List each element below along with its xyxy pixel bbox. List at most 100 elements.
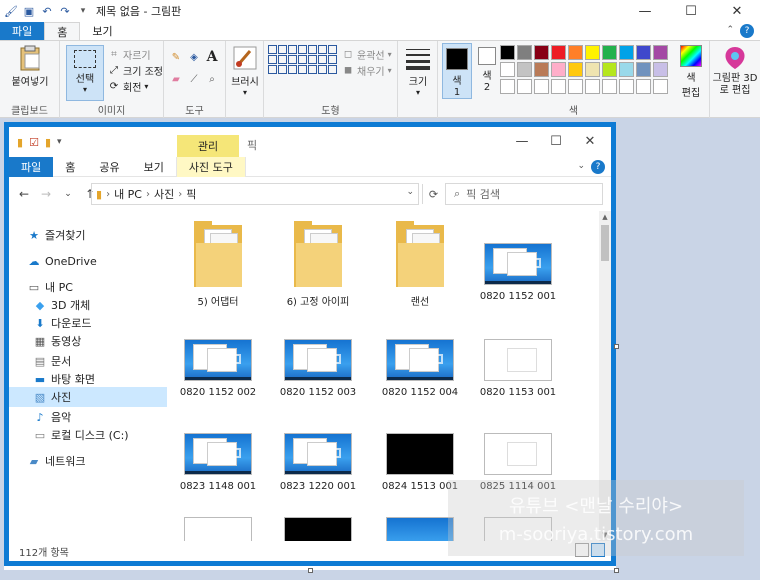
palette-swatch[interactable] — [602, 79, 617, 94]
color2-button[interactable]: 색 2 — [474, 43, 500, 93]
palette-swatch[interactable] — [585, 45, 600, 60]
sidebar-item: ♪ 음악 — [9, 407, 167, 427]
document-icon: ▤ — [34, 354, 46, 368]
outline-button[interactable]: ◻ 윤곽선 ▾ — [342, 47, 392, 62]
image-thumbnail — [386, 433, 454, 475]
sidebar-item: ▰ 네트워크 — [9, 451, 167, 471]
palette-swatch[interactable] — [585, 79, 600, 94]
maximize-button[interactable]: ☐ — [668, 0, 714, 22]
quick-access-toolbar: 🖌 ▣ ↶ ↷ ▾ — [0, 4, 90, 18]
palette-swatch[interactable] — [551, 79, 566, 94]
edit-colors-button[interactable]: 색 편집 — [676, 45, 706, 99]
redo-icon[interactable]: ↷ — [58, 4, 72, 18]
palette-swatch[interactable] — [500, 45, 515, 60]
tab-home[interactable]: 홈 — [44, 22, 81, 40]
color-palette[interactable] — [500, 45, 668, 94]
palette-swatch[interactable] — [636, 45, 651, 60]
canvas-resize-handle-bottom[interactable] — [308, 568, 313, 573]
folder-icon: ▮ — [17, 135, 24, 149]
text-icon[interactable]: A — [206, 49, 218, 65]
palette-swatch[interactable] — [568, 79, 583, 94]
color-picker-icon[interactable]: ⟋ — [188, 73, 200, 85]
palette-swatch[interactable] — [568, 62, 583, 77]
palette-swatch[interactable] — [534, 62, 549, 77]
size-button[interactable]: 크기 ▾ — [402, 45, 434, 97]
palette-swatch[interactable] — [551, 62, 566, 77]
search-placeholder: 픽 검색 — [466, 188, 501, 201]
explorer-tab-home: 홈 — [65, 160, 76, 174]
palette-swatch[interactable] — [602, 45, 617, 60]
sidebar-item-label: 사진 — [51, 391, 72, 404]
pc-icon: ▭ — [28, 280, 40, 294]
color1-button[interactable]: 색 1 — [442, 43, 472, 99]
image-thumbnail — [284, 433, 352, 475]
image-item: 0823 1148 001 — [171, 415, 265, 492]
magnifier-icon[interactable]: ⌕ — [206, 73, 218, 85]
palette-swatch[interactable] — [534, 45, 549, 60]
window-title: 제목 없음 - 그림판 — [96, 5, 182, 18]
ribbon-collapse-icon[interactable]: ⌃ — [726, 25, 734, 35]
customize-dropdown-icon[interactable]: ▾ — [76, 4, 90, 18]
canvas-resize-handle-corner[interactable] — [614, 568, 619, 573]
palette-swatch[interactable] — [619, 45, 634, 60]
palette-swatch[interactable] — [619, 62, 634, 77]
palette-swatch[interactable] — [653, 79, 668, 94]
image-thumbnail — [484, 339, 552, 381]
palette-swatch[interactable] — [653, 62, 668, 77]
close-button[interactable]: ✕ — [714, 0, 760, 22]
item-label: 0823 1148 001 — [179, 481, 257, 492]
properties-icon: ☑ — [29, 135, 39, 149]
sidebar-item: ▭ 내 PC — [9, 277, 167, 297]
help-icon[interactable]: ? — [740, 24, 754, 38]
refresh-icon: ⟳ — [422, 184, 444, 204]
paste-button[interactable]: 붙여넣기 — [6, 45, 54, 88]
explorer-tab-view: 보기 — [143, 160, 164, 174]
forward-arrow-icon: → — [40, 187, 52, 201]
edit-with-paint3d-button[interactable]: 그림판 3D로 편집 — [712, 45, 758, 97]
save-icon[interactable]: ▣ — [22, 4, 36, 18]
back-arrow-icon: ← — [18, 187, 30, 201]
pencil-icon[interactable]: ✎ — [170, 51, 182, 63]
select-button[interactable]: 선택 ▾ — [66, 45, 104, 101]
tab-file[interactable]: 파일 — [0, 22, 45, 40]
folder-item: 랜선 — [373, 221, 467, 308]
crop-button[interactable]: ⌗ 자르기 — [108, 47, 150, 62]
fill-button[interactable]: ◼ 채우기 ▾ — [342, 63, 392, 78]
palette-swatch[interactable] — [636, 62, 651, 77]
breadcrumb-my-pc: 내 PC — [114, 188, 142, 201]
explorer-search-box: ⌕ 픽 검색 — [445, 183, 603, 205]
palette-swatch[interactable] — [568, 45, 583, 60]
sidebar-item: ☁ OneDrive — [9, 251, 167, 271]
brushes-button[interactable]: 브러시 ▾ — [228, 45, 262, 97]
rotate-button[interactable]: ⟳ 회전 ▾ — [108, 79, 149, 94]
palette-swatch[interactable] — [636, 79, 651, 94]
palette-swatch[interactable] — [517, 62, 532, 77]
resize-button[interactable]: ⤢ 크기 조정 — [108, 63, 163, 78]
sidebar-item-label: 음악 — [51, 411, 72, 424]
palette-swatch[interactable] — [619, 79, 634, 94]
canvas-resize-handle-right[interactable] — [614, 344, 619, 349]
paint3d-icon — [722, 45, 748, 71]
shapes-gallery[interactable] — [268, 45, 337, 74]
minimize-button[interactable]: — — [622, 0, 668, 22]
palette-swatch[interactable] — [534, 79, 549, 94]
sidebar-item-label: 네트워크 — [45, 455, 86, 468]
item-count: 112개 항목 — [19, 547, 69, 559]
palette-swatch[interactable] — [517, 45, 532, 60]
palette-swatch[interactable] — [585, 62, 600, 77]
palette-swatch[interactable] — [500, 79, 515, 94]
image-item: 0820 1152 004 — [373, 321, 467, 398]
eraser-icon[interactable]: ▰ — [170, 73, 182, 85]
explorer-ribbon-expand-icon: ⌄ — [577, 161, 585, 171]
image-item: 0820 1152 002 — [171, 321, 265, 398]
fill-bucket-icon[interactable]: ◈ — [188, 51, 200, 63]
undo-icon[interactable]: ↶ — [40, 4, 54, 18]
paint-app-icon[interactable]: 🖌 — [4, 4, 18, 18]
palette-swatch[interactable] — [517, 79, 532, 94]
image-thumbnail — [184, 517, 252, 541]
palette-swatch[interactable] — [602, 62, 617, 77]
palette-swatch[interactable] — [653, 45, 668, 60]
tab-view[interactable]: 보기 — [80, 22, 124, 40]
palette-swatch[interactable] — [500, 62, 515, 77]
palette-swatch[interactable] — [551, 45, 566, 60]
